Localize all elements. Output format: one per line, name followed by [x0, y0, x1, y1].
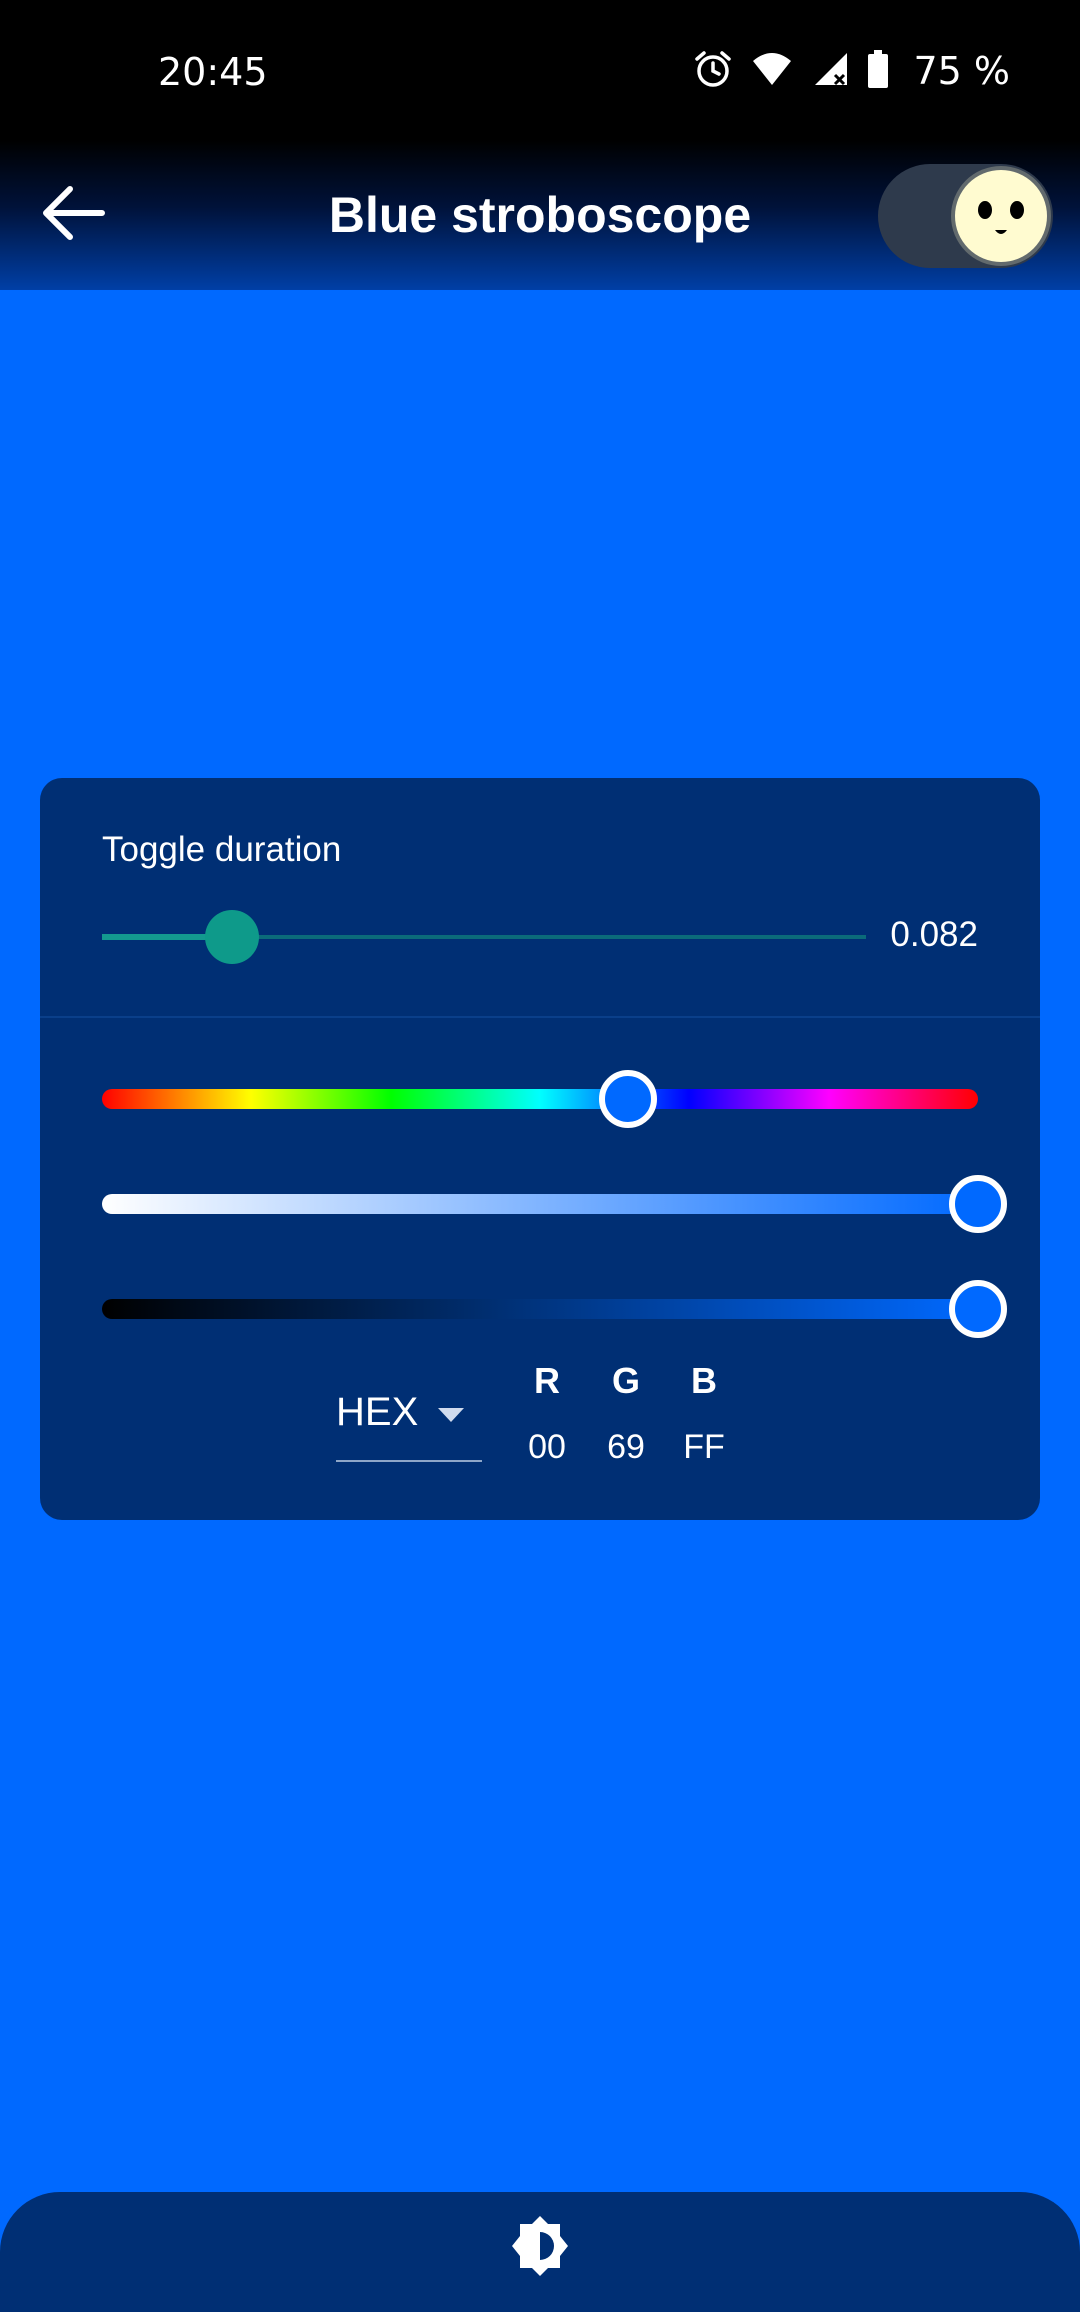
signal-icon: [811, 49, 849, 94]
theme-toggle[interactable]: [878, 164, 1053, 268]
duration-value: 0.082: [890, 915, 978, 954]
hue-track: [102, 1089, 978, 1109]
duration-slider-thumb[interactable]: [204, 910, 259, 964]
saturation-slider[interactable]: [102, 1175, 1007, 1233]
channel-g: G 69: [591, 1360, 661, 1467]
channel-r-value[interactable]: 00: [512, 1428, 582, 1467]
status-icons: 75 %: [693, 48, 1010, 94]
caret-down-icon: [436, 1406, 466, 1429]
battery-percent: 75 %: [913, 49, 1010, 93]
duration-label: Toggle duration: [102, 830, 342, 869]
duration-slider[interactable]: [102, 910, 866, 964]
settings-panel: Toggle duration 0.082 HEX R 00 G 69 B FF: [40, 778, 1040, 1520]
divider: [40, 1016, 1040, 1018]
status-bar: 20:45 75 %: [0, 0, 1080, 140]
face-icon: [955, 201, 1047, 266]
color-format-dropdown[interactable]: HEX: [336, 1390, 482, 1462]
hue-slider-thumb[interactable]: [598, 1070, 657, 1128]
app-bar: Blue stroboscope: [0, 140, 1080, 290]
toggle-knob: [955, 170, 1047, 262]
value-track: [102, 1299, 978, 1319]
color-format-value: HEX: [336, 1390, 419, 1434]
battery-icon: [867, 49, 889, 94]
saturation-slider-thumb[interactable]: [949, 1175, 1007, 1233]
channel-g-header: G: [611, 1360, 640, 1401]
channel-b: B FF: [669, 1360, 739, 1467]
saturation-track: [102, 1194, 978, 1214]
value-slider-thumb[interactable]: [949, 1280, 1007, 1338]
channel-b-header: B: [691, 1360, 717, 1401]
value-slider[interactable]: [102, 1280, 1007, 1338]
bottom-bar: [0, 2192, 1080, 2312]
channel-g-value[interactable]: 69: [591, 1428, 661, 1467]
brightness-button[interactable]: [502, 2210, 578, 2286]
channel-r: R 00: [512, 1360, 582, 1467]
brightness-icon: [508, 2214, 572, 2283]
alarm-icon: [693, 49, 733, 94]
channel-b-value[interactable]: FF: [669, 1428, 739, 1467]
channel-r-header: R: [534, 1360, 560, 1401]
hue-slider[interactable]: [102, 1070, 978, 1128]
status-time: 20:45: [158, 50, 268, 94]
wifi-icon: [751, 49, 793, 94]
